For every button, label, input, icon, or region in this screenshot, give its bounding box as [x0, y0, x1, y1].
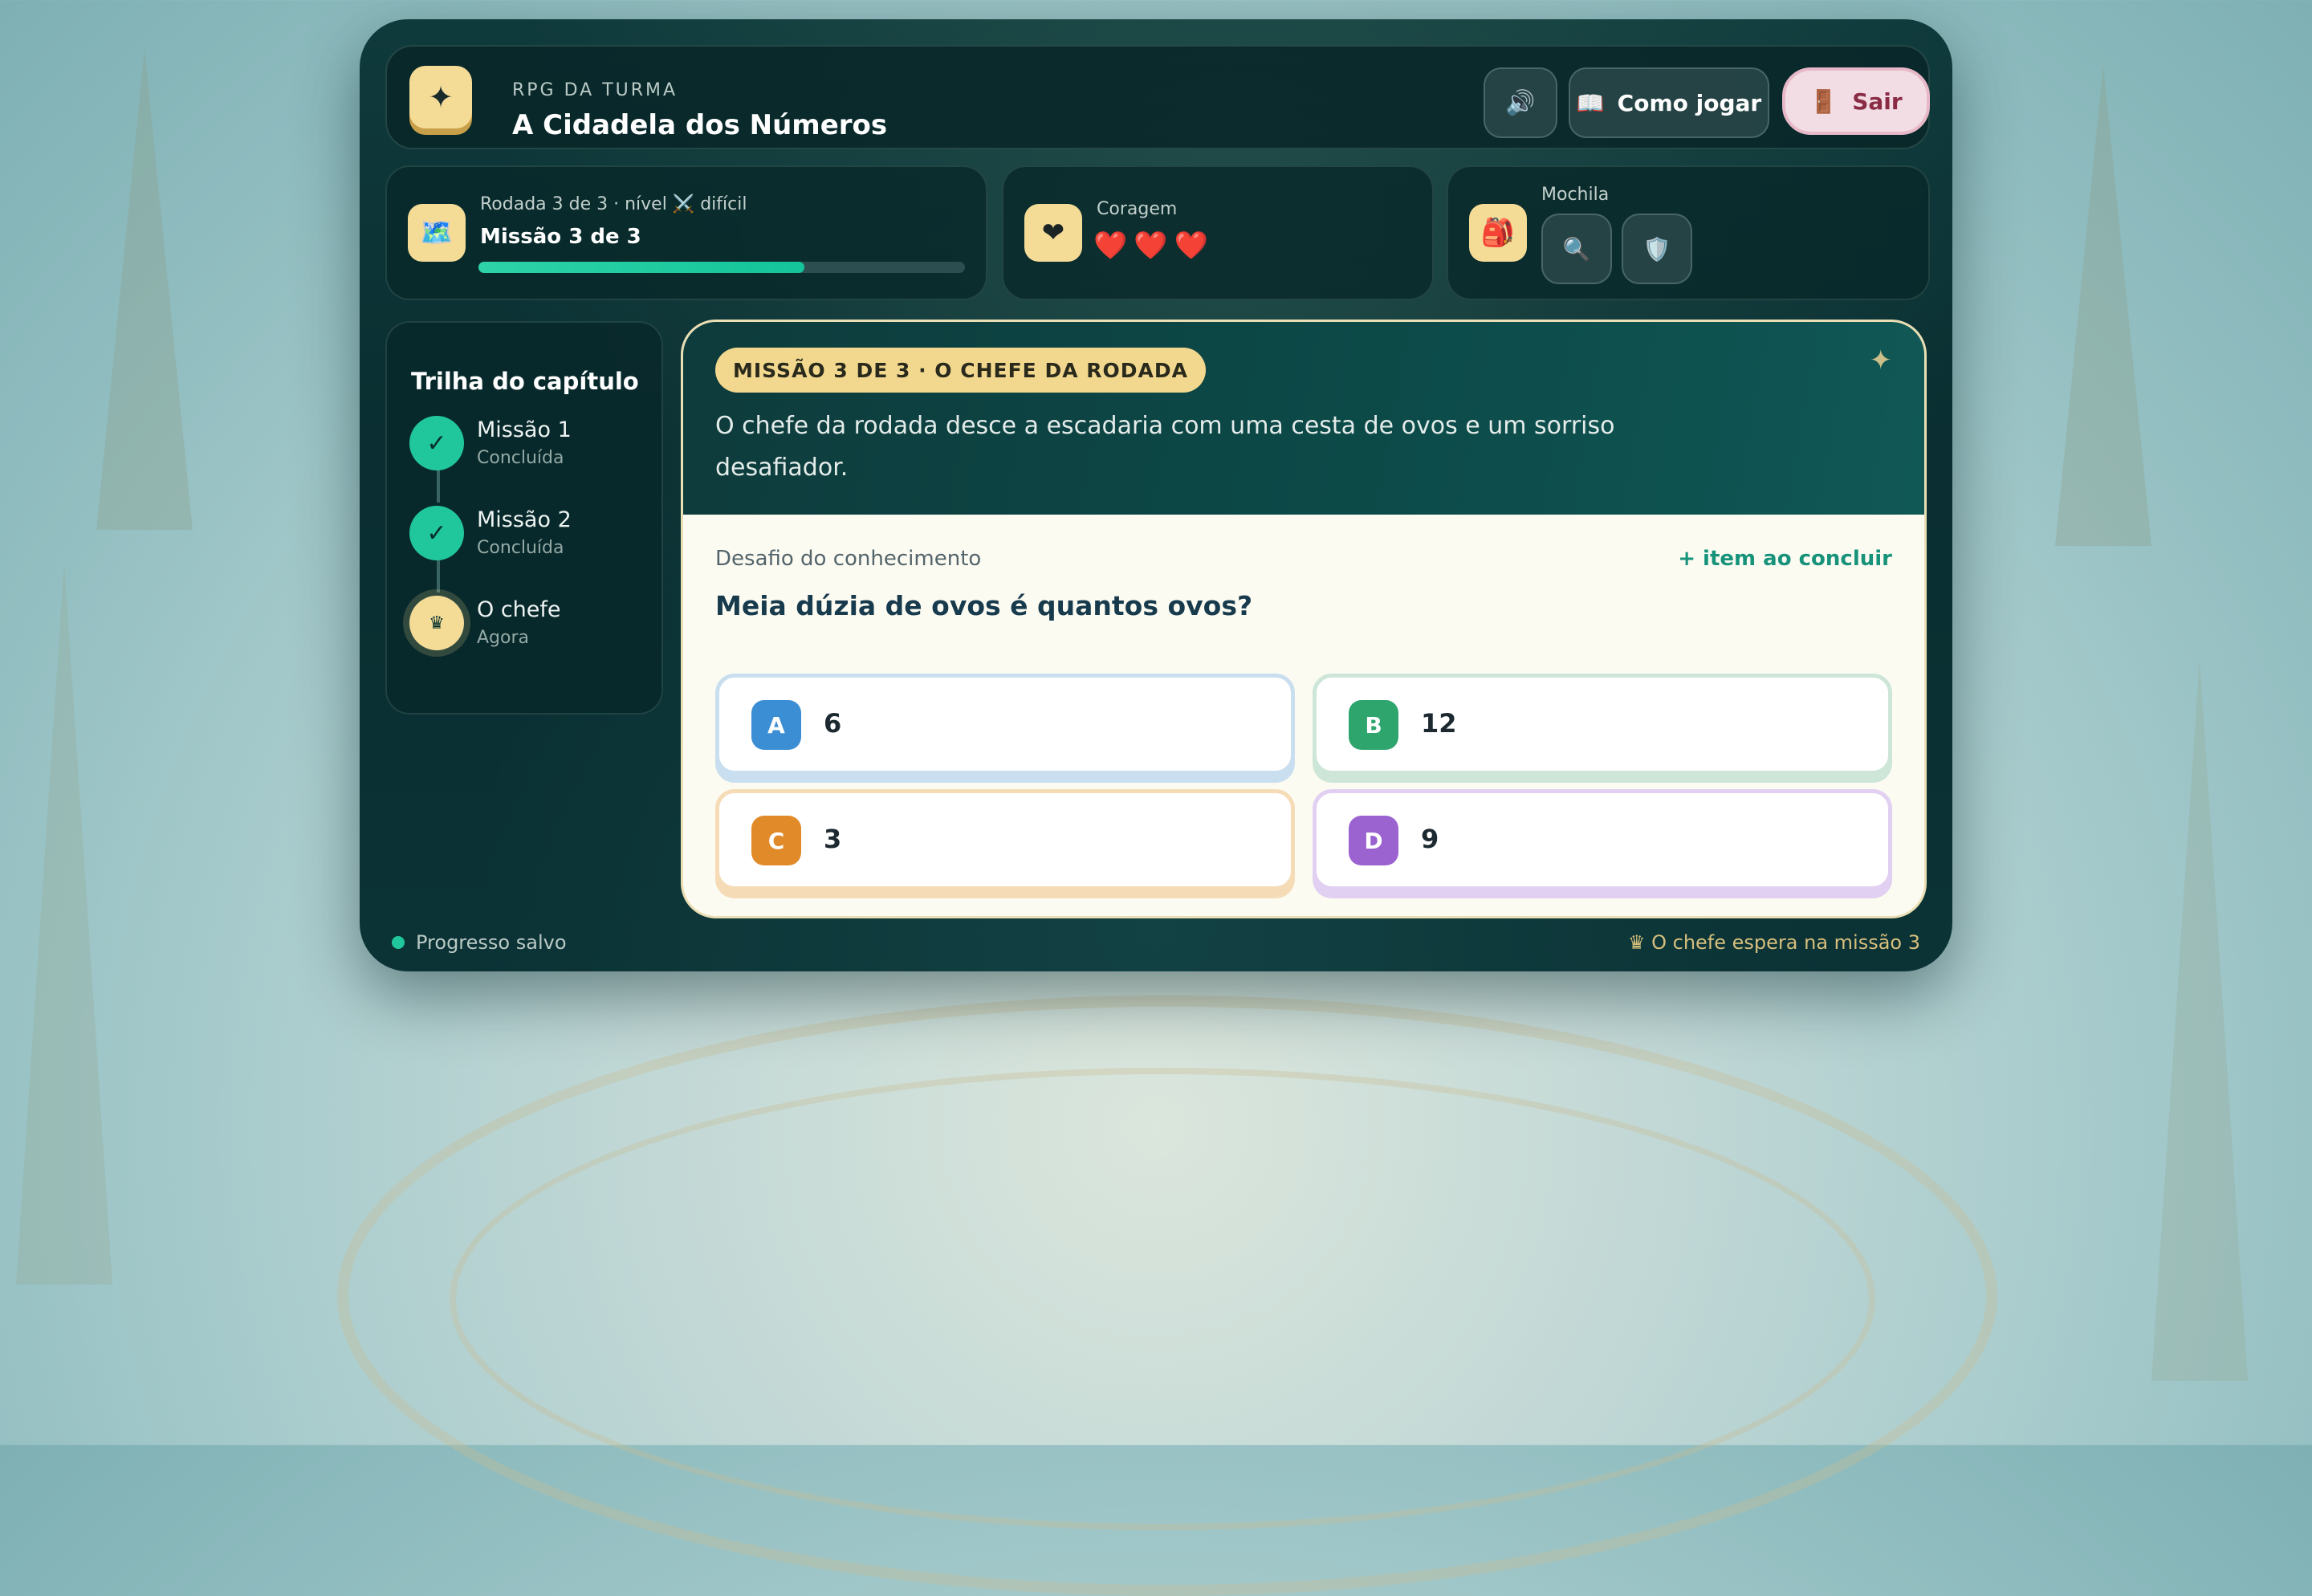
crown-icon: ♛	[409, 596, 464, 650]
answer-key: D	[1349, 816, 1398, 865]
app-eyebrow: RPG DA TURMA	[512, 80, 678, 100]
game-window: ✦ RPG DA TURMA A Cidadela dos Números 🔊 …	[360, 19, 1952, 971]
book-icon: 📖	[1576, 89, 1605, 116]
top-bar: ✦ RPG DA TURMA A Cidadela dos Números 🔊 …	[385, 45, 1930, 149]
backpack-label: Mochila	[1541, 185, 1610, 205]
boss-note: ♛ O chefe espera na missão 3	[1627, 931, 1920, 954]
step-name: O chefe	[477, 597, 561, 622]
door-icon: 🚪	[1809, 88, 1838, 115]
chapter-trail: Trilha do capítulo ✓ Missão 1 Concluída …	[385, 321, 663, 715]
answer-key: A	[751, 700, 801, 750]
step-status: Concluída	[477, 448, 564, 468]
app-title: A Cidadela dos Números	[512, 109, 888, 141]
answer-value: 3	[824, 824, 842, 854]
answer-value: 12	[1421, 708, 1457, 739]
answer-option-a[interactable]: A 6	[715, 674, 1295, 775]
answer-option-b[interactable]: B 12	[1313, 674, 1892, 775]
trail-title: Trilha do capítulo	[411, 368, 639, 395]
trail-step-boss: ♛ O chefe Agora	[409, 596, 650, 660]
sparkle-icon: ✦	[1869, 344, 1893, 377]
map-icon: 🗺️	[408, 204, 466, 262]
inventory-slot-shield[interactable]: 🛡️	[1622, 214, 1692, 284]
check-icon: ✓	[409, 506, 464, 560]
step-name: Missão 1	[477, 417, 572, 442]
challenge-label: Desafio do conhecimento	[715, 547, 982, 571]
backpack-panel: 🎒 Mochila 🔍 🛡️	[1447, 165, 1930, 300]
inventory-slot-magnifier[interactable]: 🔍	[1541, 214, 1612, 284]
answer-value: 6	[824, 708, 842, 739]
answer-option-d[interactable]: D 9	[1313, 789, 1892, 890]
step-status: Agora	[477, 628, 530, 648]
status-dot-icon	[392, 936, 405, 949]
check-icon: ✓	[409, 416, 464, 470]
mission-narrative: O chefe da rodada desce a escadaria com …	[715, 412, 1615, 482]
sound-toggle-button[interactable]: 🔊	[1484, 67, 1557, 138]
round-panel: 🗺️ Rodada 3 de 3 · nível ⚔️ difícil Miss…	[385, 165, 987, 300]
mission-card: MISSÃO 3 DE 3 · O CHEFE DA RODADA ✦ O ch…	[681, 320, 1927, 918]
reward-note: + item ao concluir	[1678, 547, 1892, 571]
mission-badge: MISSÃO 3 DE 3 · O CHEFE DA RODADA	[715, 348, 1206, 393]
answer-value: 9	[1421, 824, 1439, 854]
round-label: Rodada 3 de 3 · nível ⚔️ difícil	[480, 194, 747, 214]
sparkle-logo-icon: ✦	[409, 66, 472, 128]
round-progress-fill	[478, 262, 805, 273]
question-text: Meia dúzia de ovos é quantos ovos?	[715, 590, 1253, 621]
answer-key: C	[751, 816, 801, 865]
step-name: Missão 2	[477, 507, 572, 532]
round-title: Missão 3 de 3	[480, 225, 641, 249]
trail-step-mission-2: ✓ Missão 2 Concluída	[409, 506, 650, 570]
courage-hearts: ❤️❤️❤️	[1093, 230, 1215, 262]
backpack-icon: 🎒	[1469, 204, 1527, 262]
round-progress-bar	[478, 262, 965, 273]
answer-option-c[interactable]: C 3	[715, 789, 1295, 890]
trail-step-mission-1: ✓ Missão 1 Concluída	[409, 416, 650, 480]
exit-button[interactable]: 🚪 Sair	[1782, 67, 1930, 135]
exit-label: Sair	[1852, 88, 1903, 115]
step-status: Concluída	[477, 538, 564, 558]
how-to-play-label: Como jogar	[1617, 89, 1762, 116]
magnifier-icon: 🔍	[1562, 235, 1591, 263]
shield-icon: 🛡️	[1642, 235, 1671, 263]
how-to-play-button[interactable]: 📖 Como jogar	[1569, 67, 1769, 138]
save-status: Progresso salvo	[392, 931, 567, 954]
speaker-icon: 🔊	[1505, 88, 1536, 117]
answer-key: B	[1349, 700, 1398, 750]
mission-header: MISSÃO 3 DE 3 · O CHEFE DA RODADA ✦ O ch…	[683, 322, 1924, 515]
courage-label: Coragem	[1097, 199, 1178, 219]
heart-icon: ❤	[1024, 204, 1082, 262]
courage-panel: ❤ Coragem ❤️❤️❤️	[1002, 165, 1434, 300]
save-status-text: Progresso salvo	[416, 931, 567, 954]
